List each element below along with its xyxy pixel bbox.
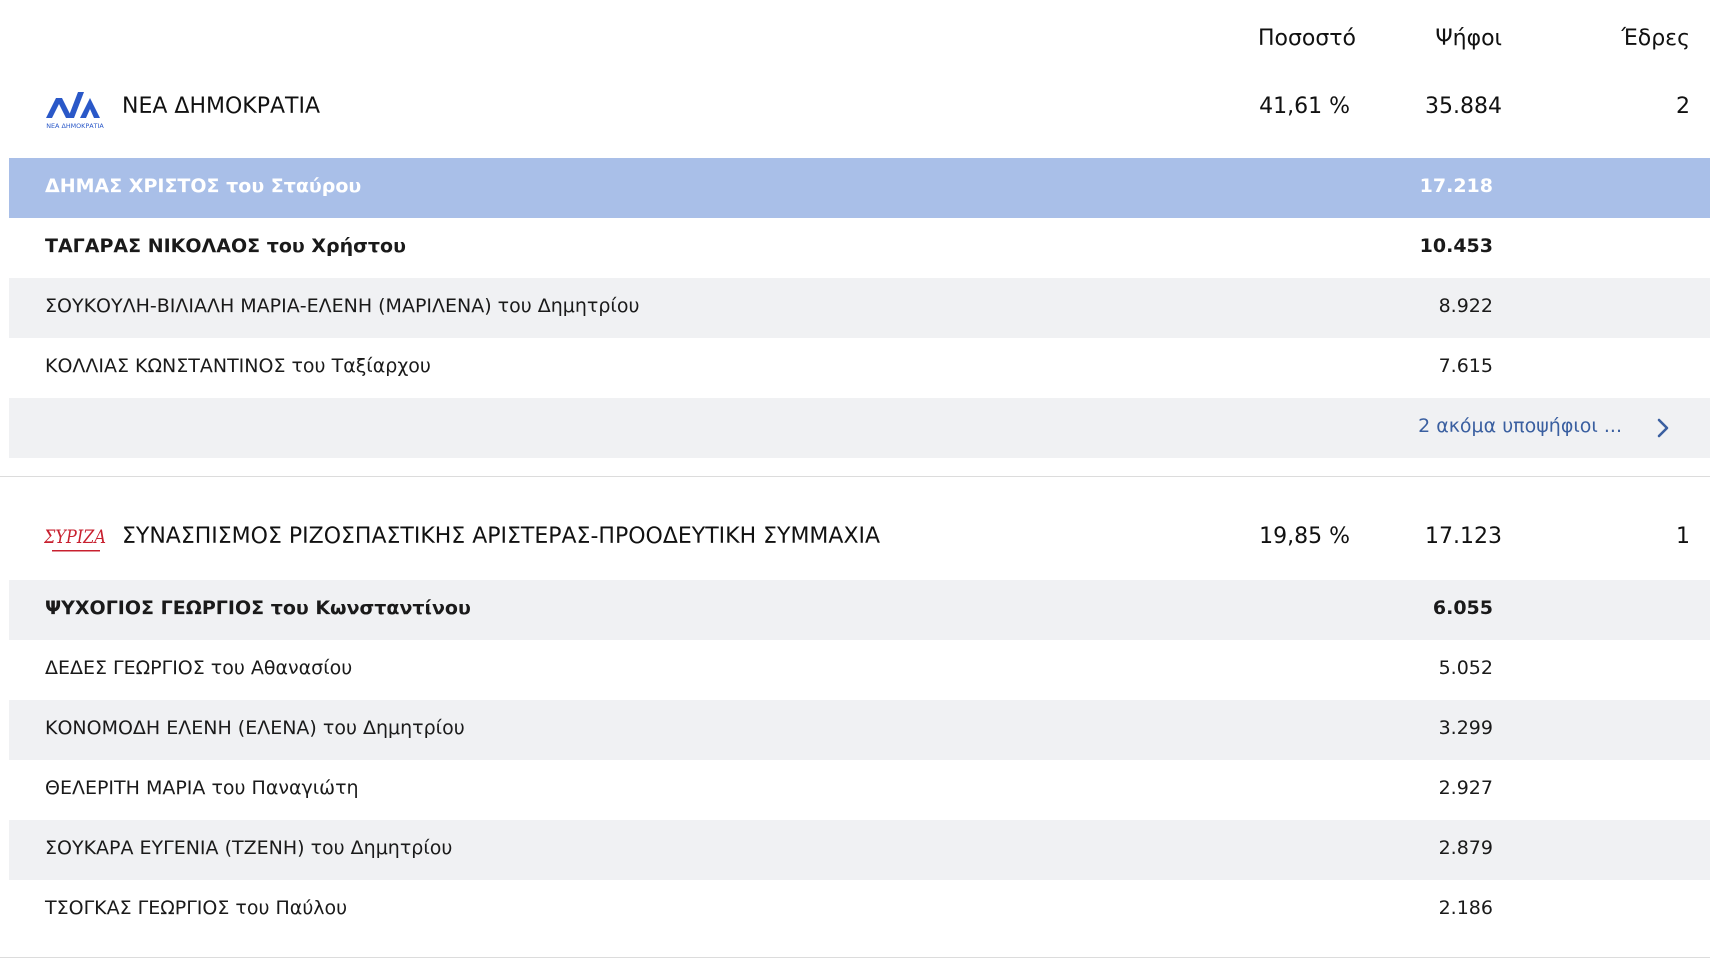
party-row[interactable]: ΣΥΡΙΖΑ ΣΥΝΑΣΠΙΣΜΟΣ ΡΙΖΟΣΠΑΣΤΙΚΗΣ ΑΡΙΣΤΕΡ… (0, 496, 1710, 570)
candidate-votes: 2.927 (1438, 777, 1493, 799)
party-name: ΣΥΝΑΣΠΙΣΜΟΣ ΡΙΖΟΣΠΑΣΤΙΚΗΣ ΑΡΙΣΤΕΡΑΣ-ΠΡΟΟ… (122, 524, 881, 549)
candidate-name: ΨΥΧΟΓΙΟΣ ΓΕΩΡΓΙΟΣ του Κωνσταντίνου (45, 597, 471, 619)
candidate-row[interactable]: ΔΕΔΕΣ ΓΕΩΡΓΙΟΣ του Αθανασίου 5.052 (9, 640, 1710, 700)
party-row[interactable]: ΝΕΑ ΔΗΜΟΚΡΑΤΙΑ ΝΕΑ ΔΗΜΟΚΡΑΤΙΑ 41,61 % 35… (0, 74, 1710, 148)
svg-text:ΣΥΡΙΖΑ: ΣΥΡΙΖΑ (44, 526, 106, 548)
results-header: Ποσοστό Ψήφοι Έδρες (0, 0, 1710, 84)
more-candidates-row[interactable]: 2 ακόμα υποψήφιοι ... (9, 398, 1710, 458)
candidate-row[interactable]: ΚΟΝΟΜΟΔΗ ΕΛΕΝΗ (ΕΛΕΝΑ) του Δημητρίου 3.2… (9, 700, 1710, 760)
syriza-logo-icon: ΣΥΡΙΖΑ (44, 526, 106, 552)
candidate-votes: 2.186 (1438, 897, 1493, 919)
column-header-votes: Ψήφοι (1435, 26, 1502, 51)
column-header-percent: Ποσοστό (1257, 26, 1356, 51)
candidate-row[interactable]: ΤΣΟΓΚΑΣ ΓΕΩΡΓΙΟΣ του Παύλου 2.186 (9, 880, 1710, 940)
column-header-seats: Έδρες (1621, 26, 1690, 51)
candidate-row[interactable]: ΤΑΓΑΡΑΣ ΝΙΚΟΛΑΟΣ του Χρήστου 10.453 (9, 218, 1710, 278)
candidate-name: ΘΕΛΕΡΙΤΗ ΜΑΡΙΑ του Παναγιώτη (45, 777, 359, 799)
candidate-row[interactable]: ΣΟΥΚΟΥΛΗ-ΒΙΛΙΑΛΗ ΜΑΡΙΑ-ΕΛΕΝΗ (ΜΑΡΙΛΕΝΑ) … (9, 278, 1710, 338)
candidate-votes: 8.922 (1438, 295, 1493, 317)
candidate-name: ΔΕΔΕΣ ΓΕΩΡΓΙΟΣ του Αθανασίου (45, 657, 353, 679)
party-seats: 1 (1676, 524, 1690, 549)
party-divider (0, 476, 1710, 477)
party-block-syriza: ΣΥΡΙΖΑ ΣΥΝΑΣΠΙΣΜΟΣ ΡΙΖΟΣΠΑΣΤΙΚΗΣ ΑΡΙΣΤΕΡ… (0, 496, 1710, 570)
candidate-name: ΤΣΟΓΚΑΣ ΓΕΩΡΓΙΟΣ του Παύλου (45, 897, 348, 919)
party-percent: 41,61 % (1259, 94, 1350, 119)
party-name: ΝΕΑ ΔΗΜΟΚΡΑΤΙΑ (122, 94, 321, 119)
svg-text:ΝΕΑ ΔΗΜΟΚΡΑΤΙΑ: ΝΕΑ ΔΗΜΟΚΡΑΤΙΑ (46, 122, 104, 130)
candidate-row[interactable]: ΚΟΛΛΙΑΣ ΚΩΝΣΤΑΝΤΙΝΟΣ του Ταξίαρχου 7.615 (9, 338, 1710, 398)
candidate-votes: 6.055 (1432, 597, 1493, 619)
candidate-row[interactable]: ΨΥΧΟΓΙΟΣ ΓΕΩΡΓΙΟΣ του Κωνσταντίνου 6.055 (9, 580, 1710, 640)
candidate-votes: 7.615 (1438, 355, 1493, 377)
candidate-name: ΣΟΥΚΟΥΛΗ-ΒΙΛΙΑΛΗ ΜΑΡΙΑ-ΕΛΕΝΗ (ΜΑΡΙΛΕΝΑ) … (45, 295, 640, 317)
nd-logo-icon: ΝΕΑ ΔΗΜΟΚΡΑΤΙΑ (46, 92, 104, 130)
candidate-votes: 10.453 (1419, 235, 1493, 257)
candidate-row[interactable]: ΣΟΥΚΑΡΑ ΕΥΓΕΝΙΑ (ΤΖΕΝΗ) του Δημητρίου 2.… (9, 820, 1710, 880)
party-votes: 17.123 (1425, 524, 1502, 549)
candidate-name: ΤΑΓΑΡΑΣ ΝΙΚΟΛΑΟΣ του Χρήστου (45, 235, 406, 257)
candidate-row[interactable]: ΘΕΛΕΡΙΤΗ ΜΑΡΙΑ του Παναγιώτη 2.927 (9, 760, 1710, 820)
party-block-nd: ΝΕΑ ΔΗΜΟΚΡΑΤΙΑ ΝΕΑ ΔΗΜΟΚΡΑΤΙΑ 41,61 % 35… (0, 74, 1710, 148)
party-divider (0, 957, 1710, 958)
candidate-name: ΚΟΝΟΜΟΔΗ ΕΛΕΝΗ (ΕΛΕΝΑ) του Δημητρίου (45, 717, 465, 739)
candidate-votes: 3.299 (1438, 717, 1493, 739)
party-seats: 2 (1676, 94, 1690, 119)
chevron-right-icon[interactable] (1652, 416, 1674, 440)
party-percent: 19,85 % (1259, 524, 1350, 549)
candidate-name: ΚΟΛΛΙΑΣ ΚΩΝΣΤΑΝΤΙΝΟΣ του Ταξίαρχου (45, 355, 431, 377)
party-votes: 35.884 (1425, 94, 1502, 119)
candidate-votes: 2.879 (1438, 837, 1493, 859)
candidate-name: ΣΟΥΚΑΡΑ ΕΥΓΕΝΙΑ (ΤΖΕΝΗ) του Δημητρίου (45, 837, 453, 859)
candidate-name: ΔΗΜΑΣ ΧΡΙΣΤΟΣ του Σταύρου (45, 175, 362, 197)
candidate-row[interactable]: ΔΗΜΑΣ ΧΡΙΣΤΟΣ του Σταύρου 17.218 (9, 158, 1710, 218)
candidate-votes: 17.218 (1419, 175, 1493, 197)
candidate-votes: 5.052 (1438, 657, 1493, 679)
more-candidates-link[interactable]: 2 ακόμα υποψήφιοι ... (1418, 415, 1622, 437)
